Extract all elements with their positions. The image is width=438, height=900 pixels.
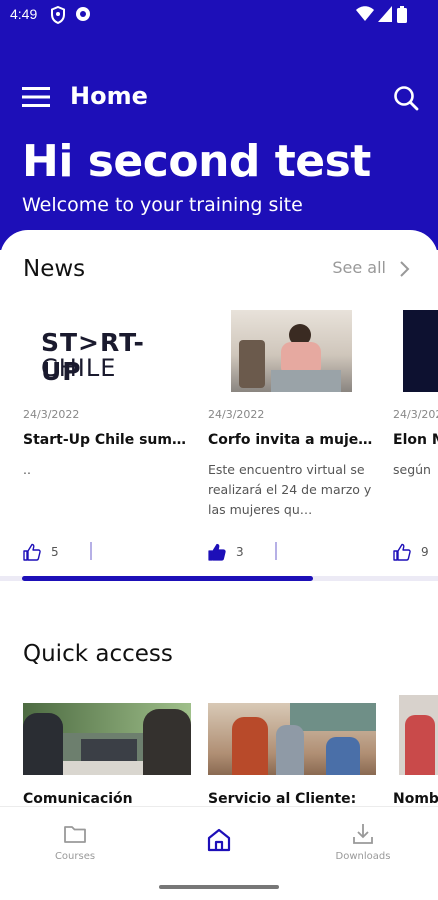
quick-access-card[interactable]: Comunicación bbox=[23, 703, 193, 807]
news-section-title: News bbox=[23, 256, 86, 282]
quick-access-title: Comunicación bbox=[23, 791, 133, 807]
news-excerpt: .. bbox=[23, 462, 31, 477]
like-count: 5 bbox=[51, 545, 59, 559]
woman-painting-photo bbox=[231, 310, 352, 392]
download-icon bbox=[353, 824, 373, 844]
quick-access-card[interactable]: Servicio al Cliente: bbox=[208, 703, 378, 807]
shield-icon bbox=[51, 6, 65, 24]
search-icon[interactable] bbox=[393, 85, 419, 111]
customer-service-photo bbox=[208, 703, 376, 775]
bottom-navigation: Courses Downloads bbox=[0, 806, 438, 900]
news-title: Elon M bbox=[393, 432, 438, 448]
nav-label: Courses bbox=[54, 851, 96, 862]
see-all-link[interactable]: See all bbox=[332, 258, 386, 277]
news-scroll-indicator[interactable] bbox=[22, 576, 313, 581]
nav-item-downloads[interactable]: Downloads bbox=[303, 821, 423, 862]
quick-access-title: Servicio al Cliente: bbox=[208, 791, 357, 807]
news-date: 24/3/2022 bbox=[208, 408, 265, 421]
news-card[interactable]: 24/3/2022 Elon M según 9 bbox=[393, 310, 438, 562]
startup-chile-logo-image: ST>RT-UP CHILE bbox=[23, 310, 175, 392]
app-header: 4:49 Home Hi second test Welcome to your… bbox=[0, 0, 438, 250]
quick-access-photo bbox=[399, 695, 438, 775]
home-icon bbox=[207, 828, 231, 852]
greeting-heading: Hi second test bbox=[22, 136, 371, 187]
nav-item-home[interactable] bbox=[159, 821, 279, 857]
page-title: Home bbox=[70, 82, 148, 110]
news-card[interactable]: 24/3/2022 Corfo invita a muje… Este encu… bbox=[208, 310, 378, 562]
divider bbox=[275, 542, 277, 560]
nav-label: Downloads bbox=[335, 851, 391, 862]
notification-app-icon bbox=[76, 7, 90, 21]
thumbs-up-filled-icon[interactable] bbox=[208, 543, 226, 561]
news-date: 24/3/2022 bbox=[23, 408, 80, 421]
quick-access-title: Nomb bbox=[393, 791, 438, 807]
divider bbox=[90, 542, 92, 560]
news-image bbox=[403, 310, 438, 392]
news-excerpt: Este encuentro virtual se realizará el 2… bbox=[208, 462, 372, 517]
signal-icon bbox=[378, 6, 392, 22]
folder-icon bbox=[64, 826, 86, 843]
thumbs-up-outline-icon[interactable] bbox=[393, 543, 411, 561]
news-likes: 9 bbox=[393, 542, 429, 562]
quick-access-card[interactable]: Nomb bbox=[393, 695, 438, 807]
menu-icon[interactable] bbox=[22, 86, 50, 108]
news-card[interactable]: ST>RT-UP CHILE 24/3/2022 Start-Up Chile … bbox=[23, 310, 193, 562]
gesture-navigation-bar[interactable] bbox=[159, 885, 279, 889]
business-meeting-photo bbox=[23, 703, 191, 775]
chevron-right-icon[interactable] bbox=[398, 261, 410, 277]
nav-item-courses[interactable]: Courses bbox=[15, 821, 135, 862]
status-time: 4:49 bbox=[10, 6, 38, 22]
news-likes: 5 bbox=[23, 542, 92, 562]
wifi-icon bbox=[356, 6, 374, 21]
thumbs-up-outline-icon[interactable] bbox=[23, 543, 41, 561]
news-likes: 3 bbox=[208, 542, 277, 562]
like-count: 9 bbox=[421, 545, 429, 559]
status-bar: 4:49 bbox=[0, 0, 438, 30]
news-title: Start-Up Chile sum… bbox=[23, 432, 186, 448]
news-excerpt: según bbox=[393, 462, 431, 477]
news-title: Corfo invita a muje… bbox=[208, 432, 373, 448]
top-app-bar: Home bbox=[0, 78, 438, 118]
welcome-subtitle: Welcome to your training site bbox=[22, 194, 303, 216]
quick-access-section-title: Quick access bbox=[23, 641, 173, 667]
battery-icon bbox=[397, 6, 407, 23]
like-count: 3 bbox=[236, 545, 244, 559]
main-content: News See all ST>RT-UP CHILE 24/3/2022 St… bbox=[0, 230, 438, 900]
logo-line-2: CHILE bbox=[41, 354, 117, 382]
news-date: 24/3/2022 bbox=[393, 408, 438, 421]
